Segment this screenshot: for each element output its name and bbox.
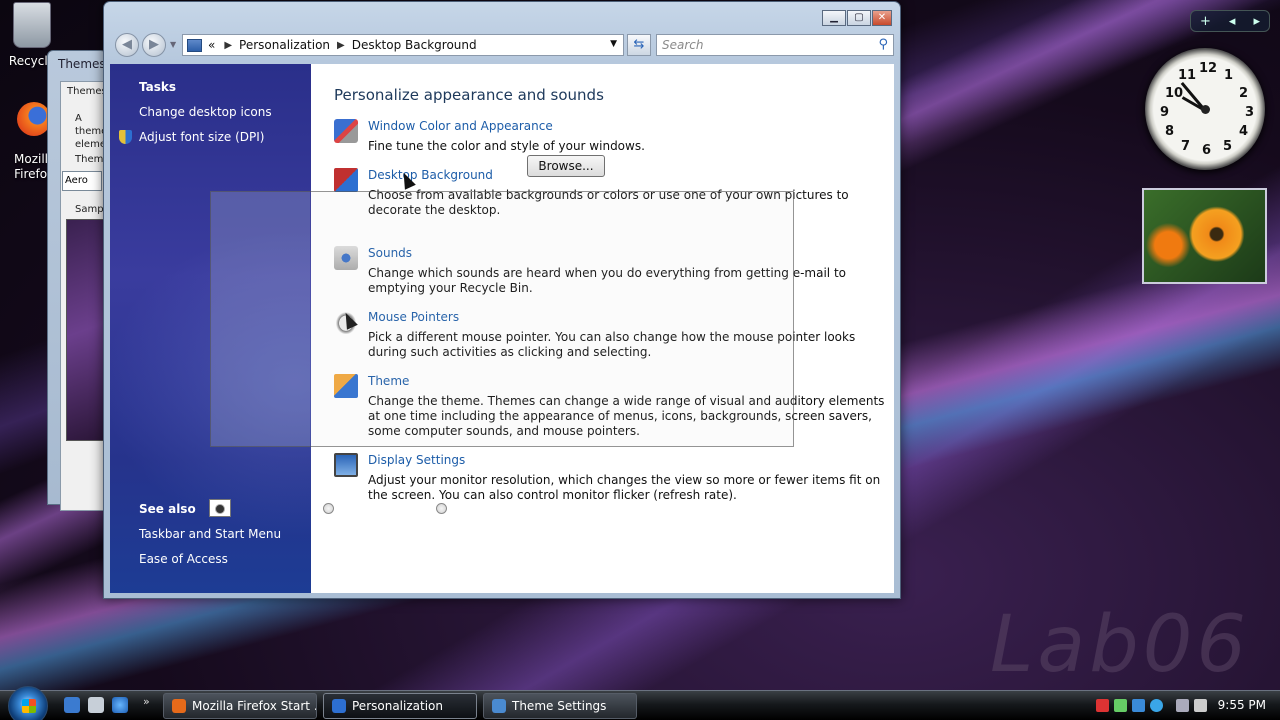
taskbar-button-theme-settings[interactable]: Theme Settings: [483, 693, 637, 719]
themes-tab[interactable]: Themes: [67, 86, 107, 97]
desktop-background-link[interactable]: Desktop Background: [368, 168, 493, 182]
windows-logo-icon: [22, 699, 36, 713]
breadcrumb-prefix[interactable]: «: [208, 38, 215, 52]
clock-number: 12: [1199, 61, 1218, 76]
display-settings-icon[interactable]: [334, 453, 358, 477]
clock-number: 8: [1165, 124, 1175, 139]
tasks-heading: Tasks: [139, 80, 177, 94]
ghost-radio-selected[interactable]: [209, 499, 231, 517]
window-color-link[interactable]: Window Color and Appearance: [368, 119, 553, 133]
taskbar: » Mozilla Firefox Start ... Personalizat…: [0, 686, 1280, 720]
taskbar-button-firefox[interactable]: Mozilla Firefox Start ...: [163, 693, 317, 719]
breadcrumb-desktop-background[interactable]: Desktop Background: [352, 38, 477, 52]
add-gadget-icon[interactable]: +: [1200, 14, 1211, 29]
theme-settings-title: Themes: [58, 57, 106, 71]
quick-launch-ie-icon[interactable]: [64, 697, 80, 713]
display-settings-link[interactable]: Display Settings: [368, 453, 465, 467]
slideshow-gadget-flower-image[interactable]: [1142, 188, 1267, 284]
breadcrumb-separator-icon[interactable]: ▶: [224, 40, 232, 51]
clock-number: 11: [1178, 68, 1197, 83]
quick-launch-browser-icon[interactable]: [112, 697, 128, 713]
breadcrumb-personalization[interactable]: Personalization: [239, 38, 330, 52]
refresh-icon: ⇆: [633, 37, 645, 52]
back-button[interactable]: ◀: [115, 33, 139, 57]
navigation-bar: ◀ ▶ ▼ « ▶ Personalization ▶ Desktop Back…: [112, 31, 894, 59]
minimize-button[interactable]: ▁: [822, 10, 846, 26]
security-alert-icon[interactable]: [1096, 699, 1109, 712]
desktop-background-icon[interactable]: [334, 168, 358, 192]
uac-shield-icon: [119, 130, 132, 144]
previous-gadget-icon[interactable]: ◂: [1229, 14, 1236, 29]
sidebar-gadget-controls: + ◂ ▸: [1190, 10, 1270, 32]
back-arrow-icon: ◀: [122, 37, 132, 52]
address-bar[interactable]: « ▶ Personalization ▶ Desktop Background…: [182, 34, 624, 56]
change-desktop-icons-link[interactable]: Change desktop icons: [139, 105, 272, 119]
taskbar-button-label: Personalization: [352, 699, 443, 713]
clock-number: 1: [1224, 68, 1234, 83]
taskbar-start-menu-link[interactable]: Taskbar and Start Menu: [139, 527, 281, 541]
search-placeholder: Search: [662, 38, 704, 52]
search-input[interactable]: Search ⚲: [656, 34, 894, 56]
see-also-heading: See also: [139, 502, 196, 516]
system-tray: 9:55 PM: [1090, 691, 1280, 720]
clock-number: 7: [1181, 139, 1191, 154]
clock-number: 10: [1165, 86, 1184, 101]
quick-launch-switch-windows-icon[interactable]: [88, 697, 104, 713]
maximize-button[interactable]: ▢: [847, 10, 871, 26]
clock-gadget[interactable]: 12 1 2 3 4 5 6 7 8 9 10 11: [1145, 48, 1265, 170]
clock-number: 6: [1202, 143, 1212, 158]
clock-number: 2: [1239, 86, 1249, 101]
system-clock[interactable]: 9:55 PM: [1218, 698, 1266, 712]
theme-sample-preview: [66, 219, 106, 441]
forward-arrow-icon: ▶: [149, 37, 159, 52]
address-dropdown-icon[interactable]: ▼: [610, 39, 617, 49]
theme-select[interactable]: Aero: [62, 171, 102, 191]
wallpaper-watermark: Lab06: [989, 600, 1250, 690]
start-button[interactable]: [8, 686, 48, 720]
window-color-icon[interactable]: [334, 119, 358, 143]
volume-muted-icon[interactable]: [1194, 699, 1207, 712]
network-icon[interactable]: [1176, 699, 1189, 712]
ghost-radio-option[interactable]: [323, 503, 334, 514]
search-icon[interactable]: ⚲: [878, 37, 888, 52]
transition-ghost-frame: [210, 191, 794, 447]
window-controls: ▁ ▢ ✕: [822, 10, 892, 26]
page-title: Personalize appearance and sounds: [334, 86, 604, 104]
next-gadget-icon[interactable]: ▸: [1253, 14, 1260, 29]
display-settings-desc: Adjust your monitor resolution, which ch…: [368, 473, 881, 502]
windows-defender-icon[interactable]: [1114, 699, 1127, 712]
taskbar-button-label: Mozilla Firefox Start ...: [192, 699, 317, 713]
tray-app-icon[interactable]: [1132, 699, 1145, 712]
clock-number: 5: [1223, 139, 1233, 154]
close-button[interactable]: ✕: [872, 10, 892, 26]
firefox-icon: [172, 699, 186, 713]
refresh-button[interactable]: ⇆: [627, 34, 651, 56]
theme-settings-icon: [492, 699, 506, 713]
taskbar-button-personalization[interactable]: Personalization: [323, 693, 477, 719]
window-color-desc: Fine tune the color and style of your wi…: [368, 139, 645, 153]
taskbar-button-label: Theme Settings: [512, 699, 607, 713]
recycle-bin-icon: [13, 2, 51, 48]
clock-number: 3: [1245, 105, 1255, 120]
control-panel-icon: [332, 699, 346, 713]
ghost-radio-option[interactable]: [436, 503, 447, 514]
breadcrumb-separator-icon[interactable]: ▶: [337, 40, 345, 51]
tray-quick-icon[interactable]: [1150, 699, 1163, 712]
recent-pages-dropdown[interactable]: ▼: [170, 40, 176, 49]
control-panel-icon: [187, 38, 202, 52]
clock-number: 9: [1160, 105, 1170, 120]
clock-center: [1201, 105, 1210, 114]
firefox-icon: [17, 102, 51, 136]
forward-button[interactable]: ▶: [142, 33, 166, 57]
quick-launch-overflow-icon[interactable]: »: [143, 695, 150, 708]
clock-number: 4: [1239, 124, 1249, 139]
theme-settings-window[interactable]: Themes Themes A theme elements Theme Sam…: [47, 50, 108, 511]
browse-button[interactable]: Browse...: [527, 155, 605, 177]
adjust-font-size-link[interactable]: Adjust font size (DPI): [139, 130, 264, 144]
ease-of-access-link[interactable]: Ease of Access: [139, 552, 228, 566]
